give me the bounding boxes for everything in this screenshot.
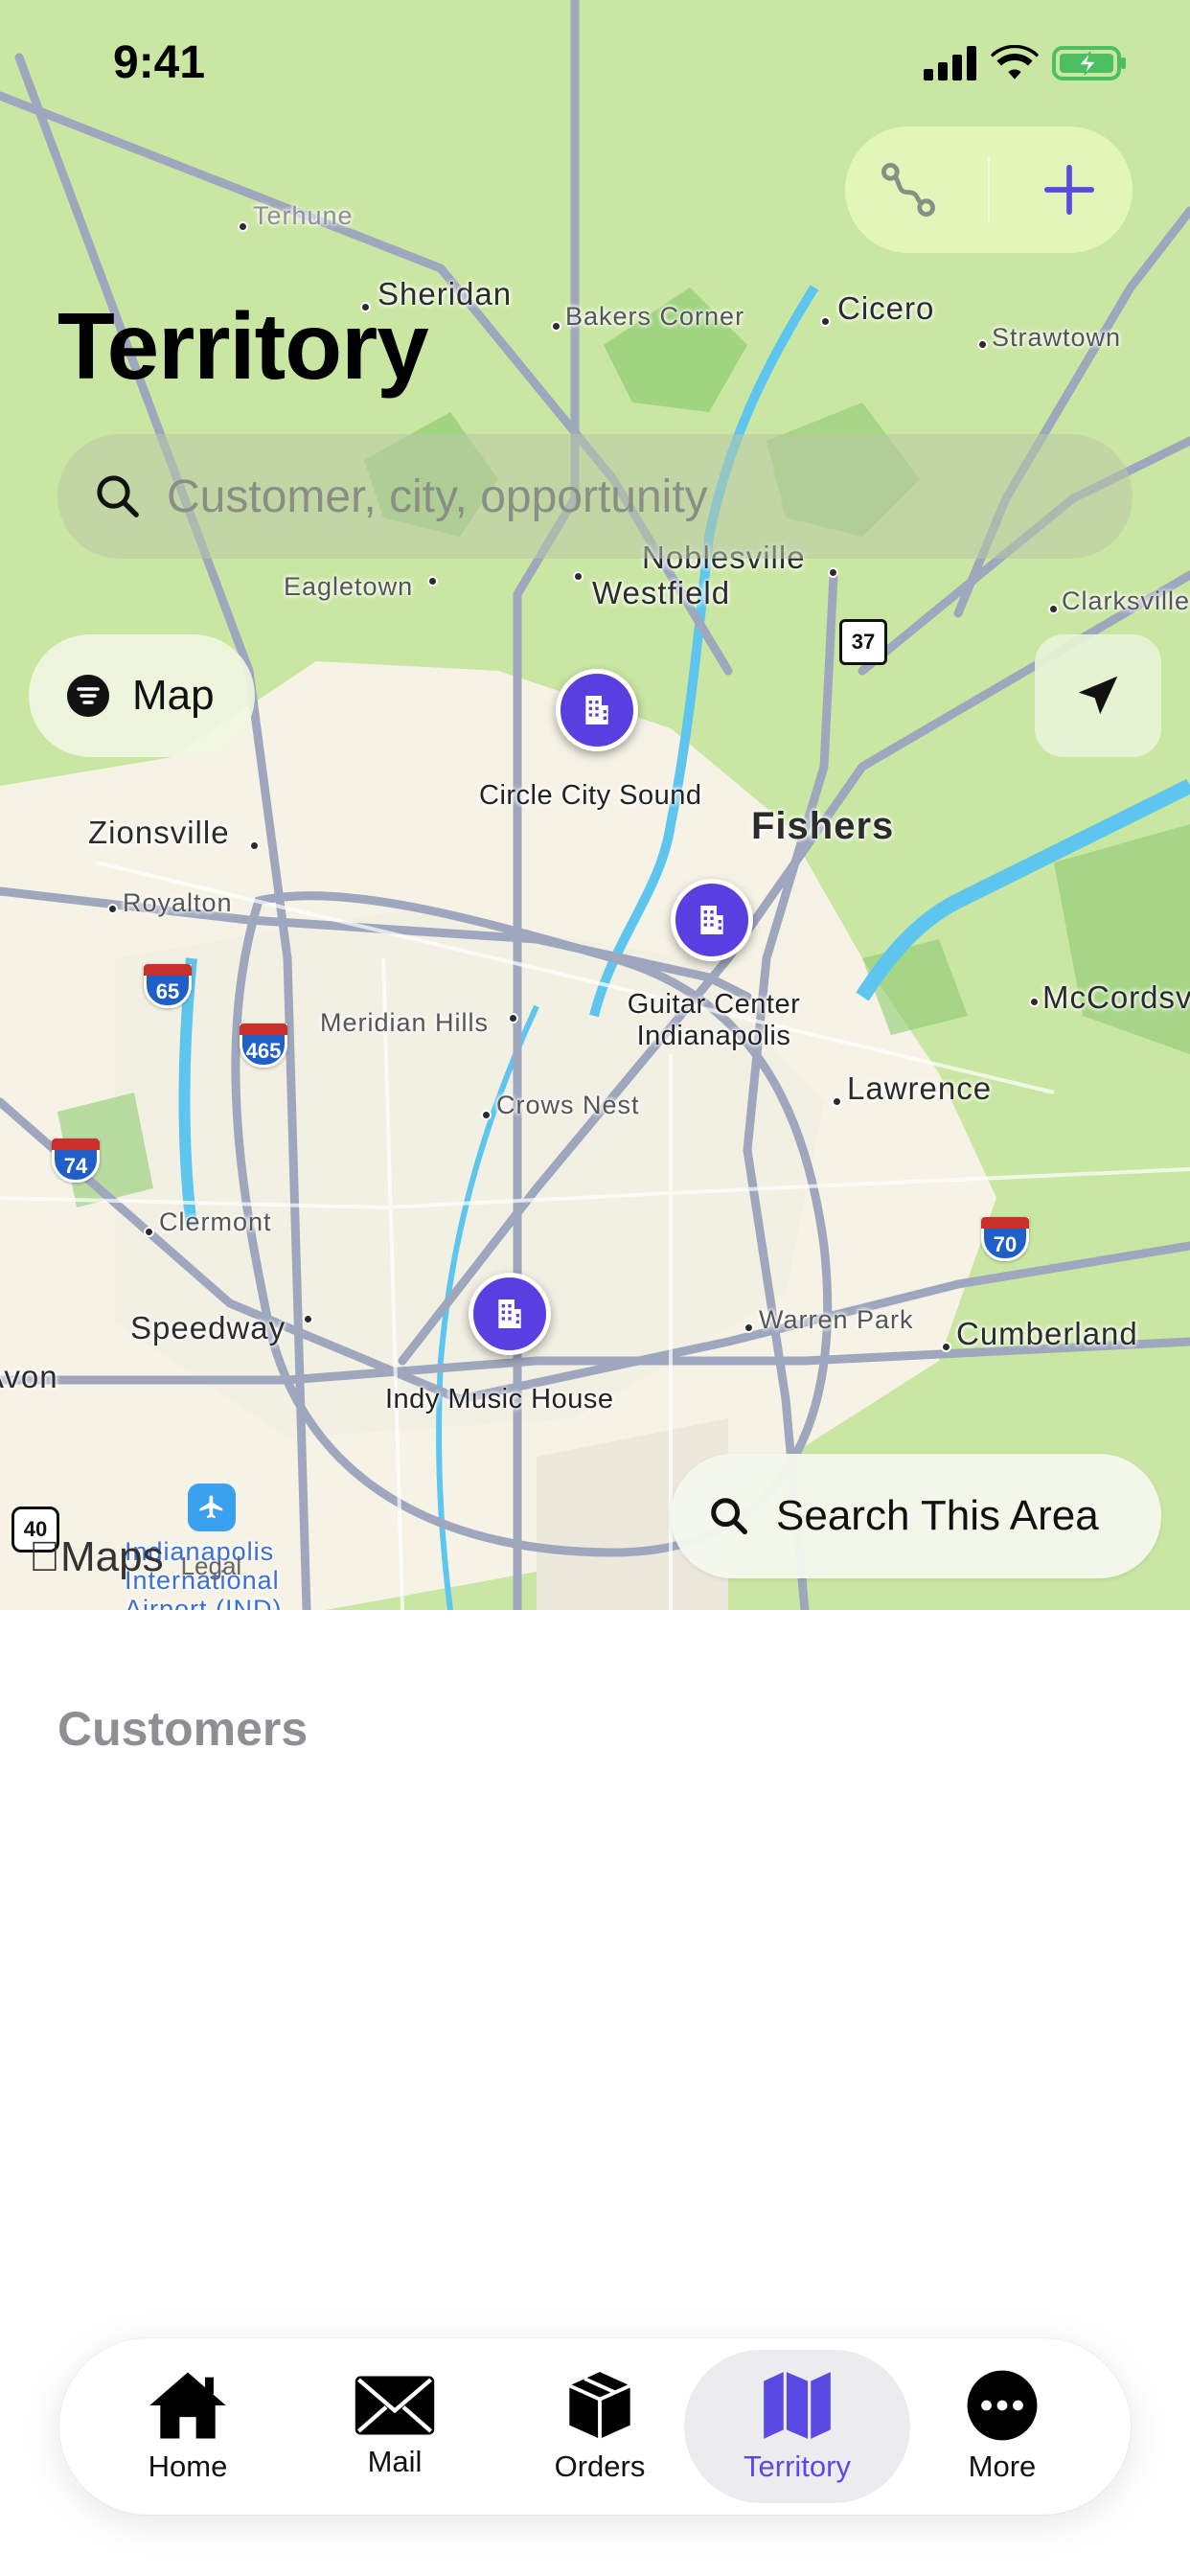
place-label: Warren Park	[759, 1305, 914, 1334]
place-dot	[941, 1342, 951, 1352]
place-dot	[249, 840, 260, 851]
wifi-icon	[991, 45, 1039, 80]
status-time: 9:41	[113, 37, 206, 88]
tab-bar: Home Mail Orders Territory More	[59, 2338, 1131, 2515]
place-label: Westfield	[592, 575, 731, 610]
place-dot	[144, 1227, 154, 1237]
place-label: Avon	[0, 1359, 58, 1394]
customer-pin[interactable]	[469, 1273, 551, 1355]
interstate-shield: 74	[52, 1138, 100, 1183]
place-dot	[481, 1110, 492, 1120]
top-actions-group	[845, 126, 1133, 253]
place-dot	[551, 321, 561, 332]
search-icon	[97, 475, 139, 518]
pin-label: Circle City Sound	[479, 780, 702, 811]
place-label: Cicero	[837, 290, 935, 326]
search-this-area-label: Search This Area	[776, 1492, 1099, 1539]
place-label: Royalton	[123, 888, 233, 917]
place-label: Speedway	[130, 1310, 286, 1346]
search-icon	[711, 1498, 747, 1534]
route-icon	[881, 163, 936, 217]
ellipsis-icon	[967, 2370, 1038, 2441]
battery-charging-icon	[1052, 46, 1126, 80]
route-button[interactable]	[860, 142, 956, 238]
house-icon	[149, 2372, 226, 2439]
tab-label: Territory	[744, 2450, 851, 2483]
place-dot	[1029, 997, 1040, 1007]
pin-label: Guitar Center Indianapolis	[627, 989, 801, 1051]
highway-shield: 37	[839, 619, 887, 665]
filter-icon	[67, 675, 109, 717]
place-dot	[744, 1322, 754, 1333]
map-attribution: Maps Legal	[29, 1533, 241, 1581]
airport-icon	[188, 1484, 236, 1531]
box-icon	[568, 2372, 631, 2439]
place-label: Zionsville	[88, 815, 230, 850]
tab-home[interactable]: Home	[75, 2350, 301, 2503]
tab-territory[interactable]: Territory	[684, 2350, 910, 2503]
place-dot	[1048, 604, 1059, 614]
place-dot	[107, 904, 118, 914]
place-label: Meridian Hills	[320, 1008, 490, 1037]
divider	[987, 156, 990, 223]
interstate-shield: 465	[240, 1024, 287, 1068]
add-button[interactable]	[1021, 142, 1117, 238]
map-style-label: Map	[132, 672, 215, 719]
customer-pin[interactable]	[671, 879, 753, 961]
place-dot	[427, 576, 438, 586]
tab-label: Orders	[554, 2450, 646, 2483]
tab-more[interactable]: More	[889, 2350, 1115, 2503]
search-this-area-button[interactable]: Search This Area	[671, 1454, 1161, 1578]
tab-orders[interactable]: Orders	[487, 2350, 713, 2503]
customer-pin[interactable]	[556, 669, 638, 751]
place-label: Clarksville	[1062, 586, 1190, 615]
status-icons	[924, 44, 1129, 82]
place-dot	[238, 221, 248, 232]
building-icon	[498, 1300, 521, 1328]
place-label: Clermont	[159, 1208, 272, 1236]
place-label: McCordsville	[1042, 979, 1190, 1015]
legal-link[interactable]: Legal	[181, 1552, 242, 1581]
place-label: Terhune	[253, 201, 354, 230]
pin-label: Indy Music House	[385, 1384, 614, 1414]
place-label: Cumberland	[956, 1316, 1138, 1351]
building-icon	[700, 906, 723, 934]
place-dot	[303, 1314, 313, 1324]
tab-mail[interactable]: Mail	[282, 2350, 508, 2503]
page-title: Territory	[57, 293, 429, 399]
current-location-button[interactable]	[1035, 634, 1161, 757]
place-label: Eagletown	[284, 572, 414, 601]
interstate-shield: 65	[144, 964, 192, 1008]
place-dot	[977, 339, 988, 350]
building-icon	[585, 696, 608, 724]
place-dot	[832, 1096, 842, 1107]
place-label: Lawrence	[847, 1070, 993, 1106]
interstate-shield: 70	[981, 1217, 1029, 1261]
place-dot	[508, 1013, 518, 1024]
place-label: Strawtown	[992, 323, 1122, 352]
place-dot	[828, 567, 838, 578]
place-label: Fishers	[751, 805, 895, 847]
place-dot	[573, 571, 584, 582]
tab-label: More	[968, 2450, 1037, 2483]
tab-label: Mail	[367, 2445, 423, 2478]
place-label: Bakers Corner	[565, 302, 745, 331]
search-field[interactable]: Customer, city, opportunity	[57, 434, 1133, 559]
search-placeholder: Customer, city, opportunity	[167, 471, 708, 522]
map-icon	[764, 2372, 831, 2439]
tab-label: Home	[148, 2450, 228, 2483]
cellular-signal-icon	[924, 46, 976, 80]
place-dot	[820, 316, 831, 327]
envelope-icon	[355, 2376, 435, 2435]
map-style-button[interactable]: Map	[29, 634, 255, 757]
maps-wordmark: Maps	[29, 1533, 164, 1580]
customers-section-title: Customers	[57, 1702, 309, 1756]
place-label: Crows Nest	[496, 1091, 640, 1119]
plus-icon	[1043, 164, 1094, 216]
location-arrow-icon	[1078, 676, 1118, 715]
